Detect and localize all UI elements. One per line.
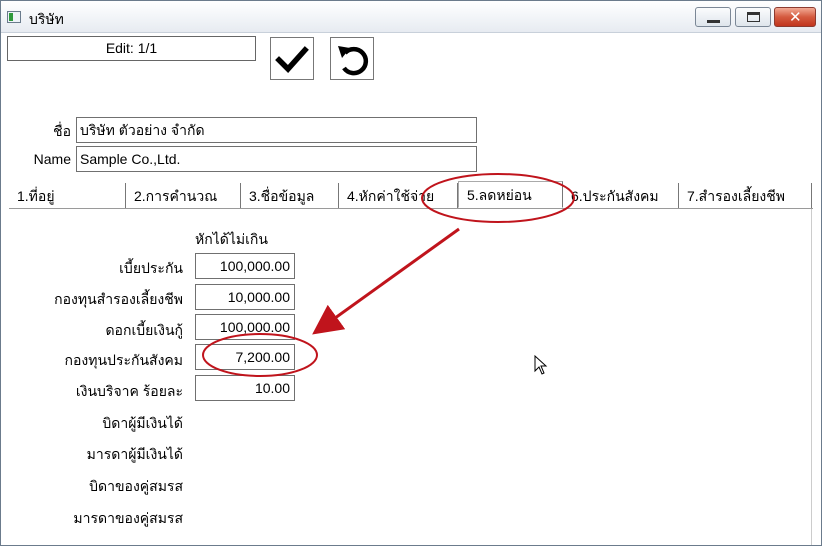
minimize-icon <box>707 20 720 23</box>
company-name-th-label: ชื่อ <box>53 123 71 139</box>
tab-allowances[interactable]: 5.ลดหย่อน <box>458 181 563 208</box>
maximize-button[interactable] <box>735 7 771 27</box>
company-name-th-field[interactable]: บริษัท ตัวอย่าง จำกัด <box>76 117 477 143</box>
provident-fund-limit-field[interactable]: 10,000.00 <box>195 284 295 310</box>
tab-data-names[interactable]: 3.ชื่อข้อมูล <box>241 183 339 208</box>
insurance-limit-field[interactable]: 100,000.00 <box>195 253 295 279</box>
donation-percent-field[interactable]: 10.00 <box>195 375 295 401</box>
father-label: บิดาผู้มีเงินได้ <box>102 415 183 431</box>
tab-expenses[interactable]: 4.หักค่าใช้จ่าย <box>339 183 458 208</box>
tab-strip: 1.ที่อยู่ 2.การคำนวณ 3.ชื่อข้อมูล 4.หักค… <box>9 181 813 209</box>
mother-label: มารดาผู้มีเงินได้ <box>86 446 183 462</box>
window-title: บริษัท <box>29 12 64 28</box>
record-status: Edit: 1/1 <box>7 36 256 61</box>
tab-address[interactable]: 1.ที่อยู่ <box>9 183 126 208</box>
close-button[interactable]: ✕ <box>774 7 816 27</box>
title-bar[interactable]: บริษัท ✕ <box>1 1 821 33</box>
loan-interest-label: ดอกเบี้ยเงินกู้ <box>105 322 183 338</box>
ok-button[interactable] <box>270 37 314 80</box>
tab-calculation[interactable]: 2.การคำนวณ <box>126 183 241 208</box>
spouse-mother-label: มารดาของคู่สมรส <box>73 510 183 526</box>
company-name-en-label: Name <box>33 151 71 167</box>
donation-percent-label: เงินบริจาค ร้อยละ <box>75 383 183 399</box>
spouse-father-label: บิดาของคู่สมรส <box>89 478 183 494</box>
undo-button[interactable] <box>330 37 374 80</box>
limit-column-header: หักได้ไม่เกิน <box>195 231 268 247</box>
company-window: บริษัท ✕ Edit: 1/1 ชื่อ บริษัท ตัวอย่าง … <box>0 0 822 546</box>
app-window-icon <box>7 11 21 23</box>
mouse-cursor-icon <box>534 354 548 375</box>
annotation-arrow <box>312 227 460 335</box>
insurance-label: เบี้ยประกัน <box>119 260 183 276</box>
loan-interest-limit-field[interactable]: 100,000.00 <box>195 314 295 340</box>
minimize-button[interactable] <box>695 7 731 27</box>
maximize-icon <box>747 12 760 22</box>
company-name-en-field[interactable]: Sample Co.,Ltd. <box>76 146 477 172</box>
undo-icon <box>338 46 369 76</box>
checkmark-icon <box>275 46 309 74</box>
tab-provident-fund[interactable]: 7.สำรองเลี้ยงชีพ <box>679 183 812 208</box>
panel-border <box>811 209 812 545</box>
social-security-limit-field[interactable]: 7,200.00 <box>195 344 295 370</box>
provident-fund-label: กองทุนสำรองเลี้ยงชีพ <box>54 291 183 307</box>
close-icon: ✕ <box>789 8 802 26</box>
tab-social-security[interactable]: 6.ประกันสังคม <box>563 183 679 208</box>
social-security-label: กองทุนประกันสังคม <box>64 352 183 368</box>
